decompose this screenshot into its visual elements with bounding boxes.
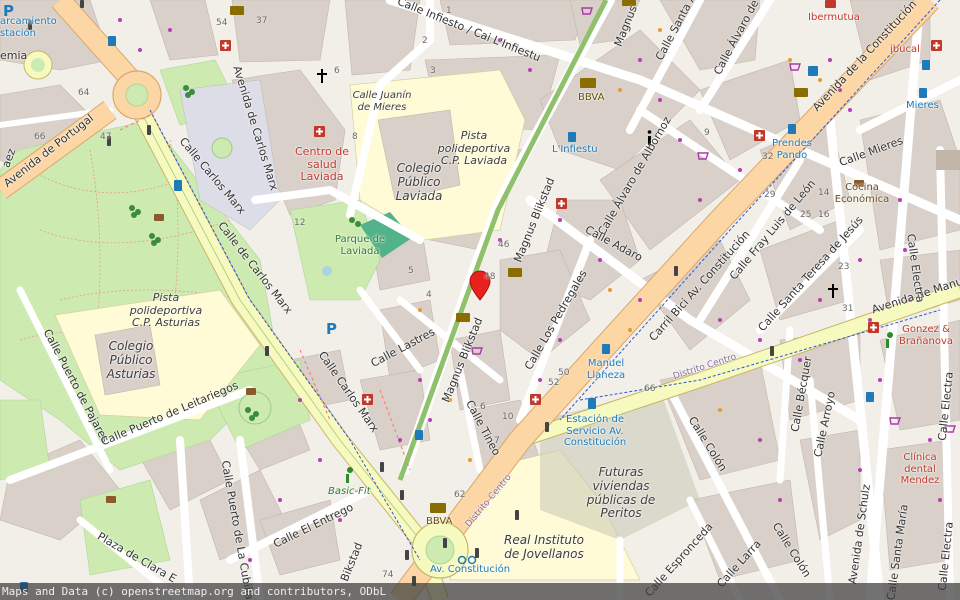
poi-av-constitucion-bike[interactable]: Av. Constitución: [430, 564, 510, 576]
house-number: 5: [408, 266, 414, 276]
house-number: 25: [800, 210, 812, 220]
house-number: 52: [548, 378, 560, 388]
poi-futuras-viviendas[interactable]: Futuras viviendas públicas de Peritos: [586, 465, 656, 521]
house-number: 31: [842, 304, 854, 314]
house-number: 37: [256, 16, 268, 26]
poi-real-instituto[interactable]: Real Instituto de Jovellanos: [504, 533, 584, 562]
house-number: 3: [430, 66, 436, 76]
poi-bbva-2[interactable]: BBVA: [426, 516, 452, 528]
poi-prendes-pando[interactable]: Prendes Pando: [770, 138, 814, 161]
poi-clinica-dental[interactable]: Clínica dental Mendez: [896, 452, 944, 487]
house-number: 6: [334, 66, 340, 76]
house-number: 66: [34, 132, 46, 142]
house-number: 7: [494, 436, 500, 446]
house-number: 46: [498, 240, 510, 250]
edge-label-emia: emia: [0, 49, 28, 62]
house-number: 66: [644, 384, 656, 394]
map-view[interactable]: P P Calle Carlos Marx Calle de Carlos Ma…: [0, 0, 960, 600]
house-number: 54: [216, 18, 228, 28]
poi-mieres-stop[interactable]: Mieres: [906, 100, 939, 112]
house-number: 2: [422, 36, 428, 46]
house-number: 12: [294, 218, 306, 228]
poi-ibermutua[interactable]: Ibermutua: [808, 12, 860, 24]
poi-aparcamiento[interactable]: arcamiento stación: [0, 16, 57, 39]
svg-text:P: P: [326, 320, 337, 338]
house-number: 32: [762, 152, 774, 162]
house-number: 8: [352, 132, 358, 142]
house-number: 48: [484, 272, 496, 282]
street-juanin: Calle Juanín de Mieres: [352, 90, 412, 113]
house-number: 9: [704, 128, 710, 138]
poi-estacion-servicio[interactable]: Estación de Servicio Av. Constitución: [552, 414, 638, 449]
house-number: 10: [502, 412, 514, 422]
house-number: 1: [446, 6, 452, 16]
house-number: 47: [100, 132, 112, 142]
map-attribution[interactable]: Maps and Data (c) openstreetmap.org and …: [0, 583, 960, 600]
poi-bbva-1[interactable]: BBVA: [578, 92, 604, 104]
house-number: 14: [818, 188, 830, 198]
house-number: 64: [78, 88, 90, 98]
poi-linfiestu[interactable]: L'Infiestu: [552, 144, 598, 156]
house-number: 62: [454, 490, 466, 500]
house-number: 29: [764, 190, 776, 200]
poi-centro-salud[interactable]: Centro de salud Laviada: [290, 145, 354, 184]
poi-colegio-asturias[interactable]: Colegio Público Asturias: [102, 339, 160, 381]
house-number: 74: [382, 570, 394, 580]
house-number: 4: [426, 290, 432, 300]
poi-gonzez[interactable]: Gonzez & Brañanova: [892, 324, 960, 347]
poi-pista-asturias[interactable]: Pista polideportiva C.P. Asturias: [128, 291, 204, 330]
poi-pista-laviada[interactable]: Pista polideportiva C.P. Laviada: [436, 129, 512, 168]
house-number: 23: [838, 262, 850, 272]
poi-ibucal[interactable]: ibucal: [890, 44, 920, 56]
house-number: 16: [818, 210, 830, 220]
poi-parque-laviada[interactable]: Parque de Laviada: [334, 234, 386, 257]
poi-colegio-laviada[interactable]: Colegio Público Laviada: [390, 161, 448, 203]
poi-manuel-llaneza[interactable]: Manuel Llaneza: [584, 358, 628, 381]
house-number: 6: [480, 402, 486, 412]
poi-basic-fit[interactable]: Basic-Fit: [328, 486, 371, 498]
house-number: 50: [558, 368, 570, 378]
poi-cocina-economica[interactable]: Cocina Económica: [832, 182, 892, 205]
